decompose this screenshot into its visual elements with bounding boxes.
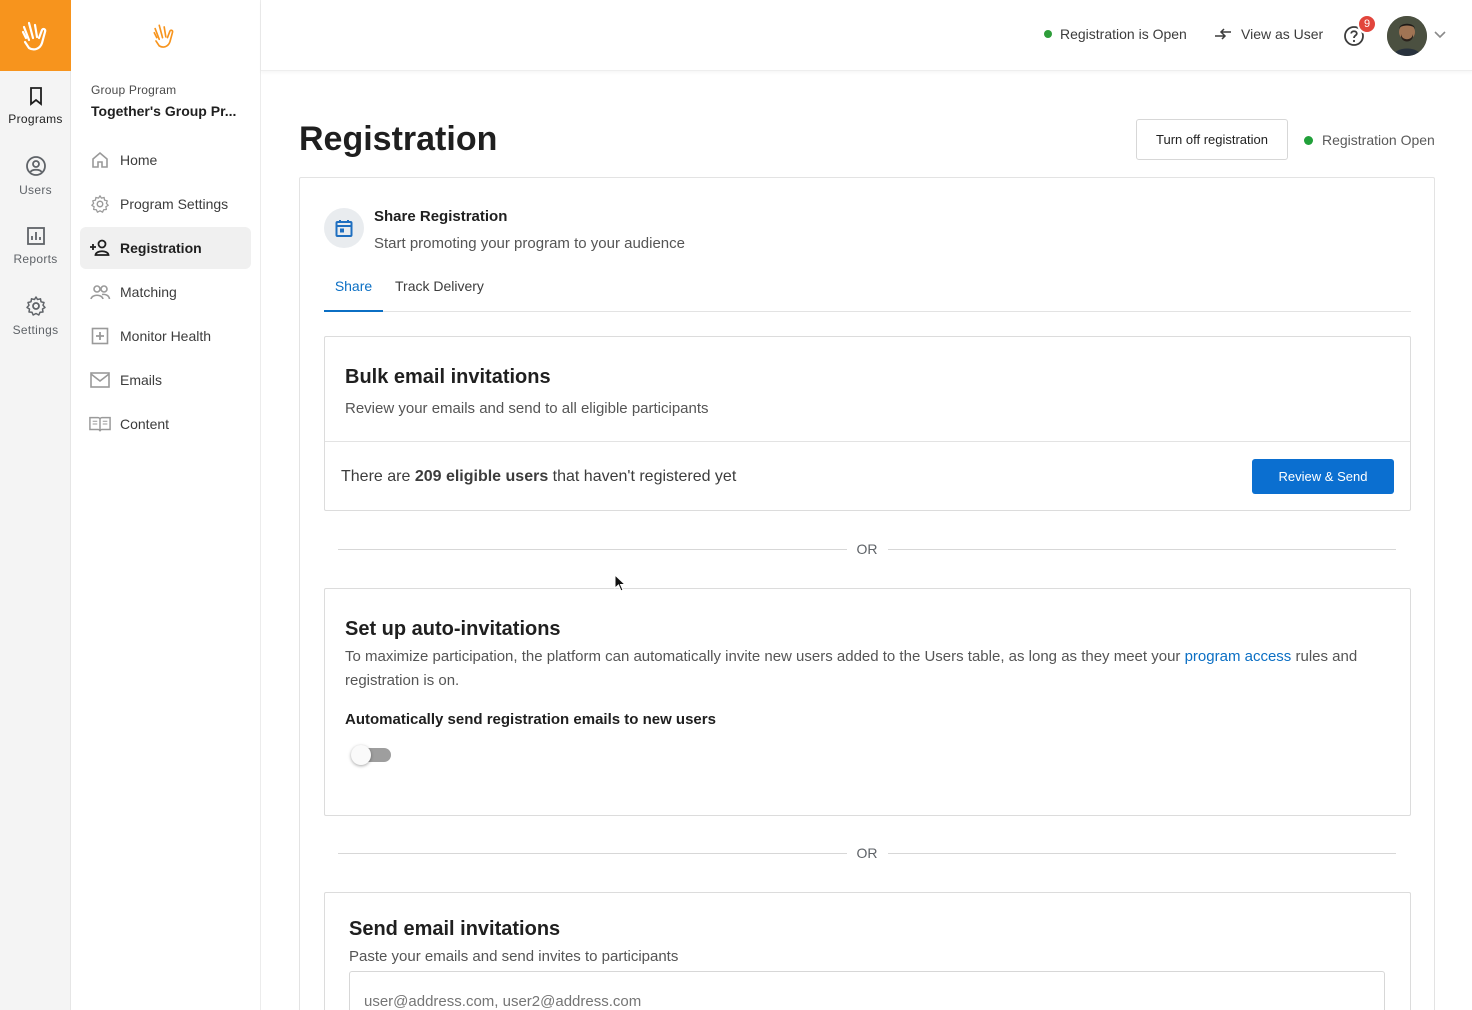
eligible-users-count: 209 eligible users	[414, 467, 549, 485]
mail-icon	[89, 369, 111, 391]
sidebar-item-label: Monitor Health	[120, 328, 212, 344]
rail-item-reports[interactable]: Reports	[0, 211, 71, 281]
program-type-label: Group Program	[91, 83, 177, 97]
toggle-knob	[351, 745, 371, 765]
eligible-users-text: There are 209 eligible users that haven'…	[341, 468, 736, 486]
registration-status-text: Registration is Open	[1060, 26, 1187, 42]
sidebar-nav: Home Program Settings Registration Match…	[71, 139, 260, 445]
sidebar-item-label: Emails	[120, 372, 163, 388]
sidebar-item-program-settings[interactable]: Program Settings	[80, 183, 251, 225]
sidebar-item-label: Home	[120, 152, 158, 168]
auto-send-toggle-label: Automatically send registration emails t…	[345, 711, 716, 728]
people-icon	[89, 281, 111, 303]
sidebar-item-registration[interactable]: Registration	[80, 227, 251, 269]
gear-icon	[25, 296, 46, 316]
bulk-email-card: Bulk email invitations Review your email…	[324, 336, 1411, 511]
top-bar: Registration is Open View as User 9	[261, 0, 1472, 71]
rail-label: Users	[19, 183, 52, 197]
mouse-cursor-icon	[614, 574, 626, 592]
add-user-icon	[89, 237, 111, 259]
gear-icon	[89, 193, 111, 215]
send-email-title: Send email invitations	[349, 918, 561, 940]
book-icon	[89, 413, 111, 435]
sidebar-item-matching[interactable]: Matching	[80, 271, 251, 313]
waving-hand-icon	[153, 23, 174, 48]
send-email-description: Paste your emails and send invites to pa…	[349, 948, 679, 965]
sidebar-item-home[interactable]: Home	[80, 139, 251, 181]
rail-item-users[interactable]: Users	[0, 141, 71, 211]
bulk-email-description: Review your emails and send to all eligi…	[345, 400, 709, 417]
share-registration-title: Share Registration	[374, 208, 508, 225]
auto-description-text: To maximize participation, the platform …	[345, 648, 1185, 665]
share-registration-header: Share Registration Start promoting your …	[324, 208, 685, 252]
chevron-down-icon[interactable]	[1433, 30, 1447, 40]
user-circle-icon	[25, 156, 46, 176]
or-divider: OR	[338, 843, 1396, 863]
status-dot	[1304, 135, 1313, 145]
calendar-icon-wrapper	[324, 208, 364, 248]
swap-icon	[1215, 28, 1231, 40]
program-logo	[71, 0, 260, 71]
share-tabs: Share Track Delivery	[324, 272, 1411, 312]
send-email-invitations-card: Send email invitations Paste your emails…	[324, 892, 1411, 1010]
icon-rail: Programs Users Reports Settings	[0, 0, 71, 1010]
sidebar-item-label: Registration	[120, 240, 202, 256]
rail-label: Reports	[13, 252, 58, 266]
rail-item-programs[interactable]: Programs	[0, 71, 71, 141]
sidebar-item-emails[interactable]: Emails	[80, 359, 251, 401]
email-invite-input[interactable]	[349, 971, 1385, 1010]
registration-open-text: Registration Open	[1322, 132, 1435, 148]
bulk-email-title: Bulk email invitations	[345, 366, 551, 388]
plus-box-icon	[89, 325, 111, 347]
share-registration-subtitle: Start promoting your program to your aud…	[374, 235, 685, 252]
page-title: Registration	[299, 120, 498, 158]
rail-item-settings[interactable]: Settings	[0, 281, 71, 351]
turn-off-registration-button[interactable]: Turn off registration	[1136, 119, 1288, 160]
review-and-send-button[interactable]: Review & Send	[1252, 459, 1394, 494]
or-label: OR	[856, 845, 878, 861]
sidebar-item-label: Program Settings	[120, 196, 229, 212]
auto-invitations-title: Set up auto-invitations	[345, 618, 561, 640]
auto-invitations-description: To maximize participation, the platform …	[345, 645, 1390, 693]
registration-status-indicator: Registration is Open	[1044, 26, 1187, 42]
tab-track-delivery[interactable]: Track Delivery	[395, 278, 484, 312]
sidebar-item-label: Content	[120, 416, 170, 432]
home-icon	[89, 149, 111, 171]
or-label: OR	[856, 541, 878, 557]
eligible-users-prefix: There are	[341, 467, 415, 485]
waving-hand-icon	[21, 21, 46, 50]
bar-chart-icon	[26, 227, 45, 245]
sidebar-item-monitor-health[interactable]: Monitor Health	[80, 315, 251, 357]
sidebar-item-label: Matching	[120, 284, 177, 300]
tab-share[interactable]: Share	[324, 278, 383, 312]
or-divider: OR	[338, 539, 1396, 559]
view-as-user-label: View as User	[1241, 26, 1324, 42]
rail-label: Programs	[8, 112, 63, 126]
view-as-user-button[interactable]: View as User	[1213, 26, 1323, 42]
auto-invitations-card: Set up auto-invitations To maximize part…	[324, 588, 1411, 816]
registration-open-status: Registration Open	[1304, 132, 1435, 148]
share-registration-panel: Share Registration Start promoting your …	[299, 177, 1435, 1010]
app-logo[interactable]	[0, 0, 71, 71]
sidebar-item-content[interactable]: Content	[80, 403, 251, 445]
rail-label: Settings	[12, 323, 59, 337]
program-access-link[interactable]: program access	[1185, 648, 1292, 665]
bookmark-icon	[29, 87, 42, 106]
status-dot	[1044, 30, 1052, 38]
program-sidebar: Group Program Together's Group Pr... Hom…	[71, 0, 261, 1010]
eligible-users-suffix: that haven't registered yet	[548, 467, 737, 485]
program-name: Together's Group Pr...	[91, 103, 237, 119]
avatar[interactable]	[1387, 16, 1427, 56]
notification-badge: 9	[1357, 14, 1377, 34]
calendar-icon	[335, 220, 353, 237]
auto-send-toggle[interactable]	[351, 745, 391, 765]
